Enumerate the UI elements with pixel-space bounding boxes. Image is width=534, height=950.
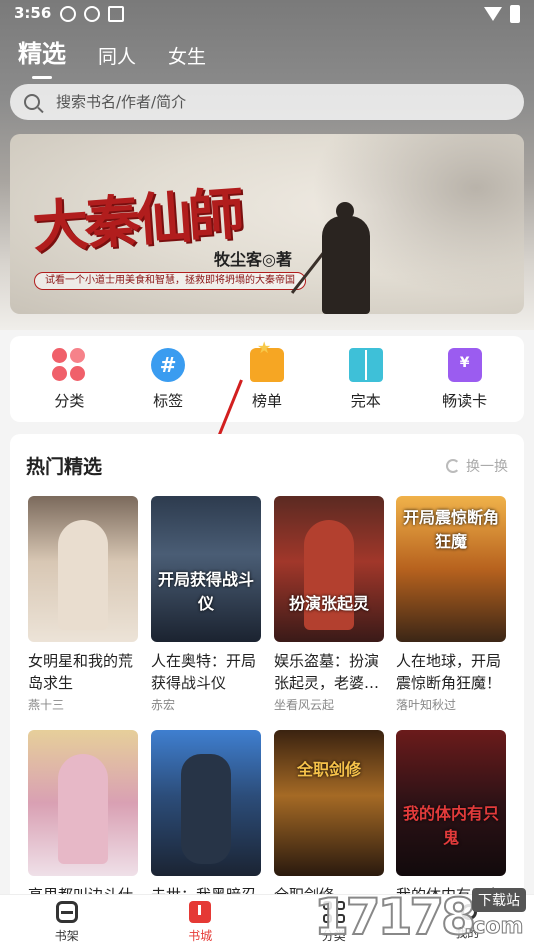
- banner-author: 牧尘客◎著: [214, 250, 292, 269]
- book-cover: [28, 496, 138, 642]
- book-title: 娱乐盗墓：扮演张起灵，老婆…: [274, 652, 380, 692]
- category-label: 榜单: [251, 391, 282, 410]
- category-label: 畅读卡: [442, 391, 488, 410]
- tab-nvsheng[interactable]: 女生: [168, 42, 206, 69]
- cover-text: 全职剑修: [296, 760, 361, 779]
- book-title: 人在奥特：开局获得战斗仪: [151, 652, 257, 692]
- book-card[interactable]: 开局震惊断角狂魔 人在地球，开局震惊断角狂魔！ 落叶知秋过: [396, 496, 506, 713]
- watermark-badge: 下载站: [472, 888, 526, 912]
- book-cover: [28, 730, 138, 876]
- cover-text: 开局震惊断角狂魔: [402, 508, 499, 551]
- cover-figure-art: [181, 754, 231, 864]
- book-author: 落叶知秋过: [396, 698, 457, 712]
- refresh-button[interactable]: 换一换: [446, 456, 508, 476]
- nav-shujia[interactable]: 书架: [27, 901, 107, 944]
- bookstore-icon: [189, 901, 212, 923]
- nav-label: 书城: [188, 929, 213, 943]
- book-cover: 扮演张起灵: [274, 496, 384, 642]
- book-cover: 开局震惊断角狂魔: [396, 496, 506, 642]
- book-card[interactable]: 扮演张起灵 娱乐盗墓：扮演张起灵，老婆… 坐看风云起: [274, 496, 384, 713]
- book-cover: 开局获得战斗仪: [151, 496, 261, 642]
- book-cover: 全职剑修: [274, 730, 384, 876]
- top-tabs: 精选 同人 女生: [18, 34, 206, 79]
- tab-tongren[interactable]: 同人: [98, 42, 136, 69]
- category-changduka[interactable]: ¥ 畅读卡: [425, 347, 505, 411]
- refresh-label: 换一换: [466, 459, 508, 475]
- search-input[interactable]: [56, 93, 476, 111]
- cover-text: 扮演张起灵: [288, 594, 369, 613]
- status-bar: 3:56: [0, 0, 534, 28]
- book-cover: 我的体内有只鬼: [396, 730, 506, 876]
- book-card[interactable]: 开局获得战斗仪 人在奥特：开局获得战斗仪 赤宏: [151, 496, 261, 713]
- category-wanben[interactable]: 完本: [326, 347, 406, 411]
- category-label: 分类: [54, 391, 85, 410]
- watermark-domain: .com: [463, 914, 524, 940]
- ticket-icon: ¥: [447, 347, 482, 382]
- hot-picks-section: 热门精选 换一换 女明星和我的荒岛求生 燕十三 开局获得战斗仪 人在奥特：开局获…: [10, 434, 524, 904]
- banner-title: 大秦仙師: [30, 180, 243, 262]
- book-cover: [151, 730, 261, 876]
- hashtag-icon: #: [151, 347, 186, 382]
- category-fenlei[interactable]: 分类: [29, 347, 109, 411]
- book-title: 人在地球，开局震惊断角狂魔！: [396, 652, 502, 692]
- cover-text: 开局获得战斗仪: [157, 570, 254, 613]
- promo-banner[interactable]: 大秦仙師 牧尘客◎著 试看一个小道士用美食和智慧，拯救即将坍塌的大秦帝国: [10, 134, 524, 314]
- site-watermark: 17178 下载站 .com: [313, 887, 530, 947]
- book-card[interactable]: 女明星和我的荒岛求生 燕十三: [28, 496, 138, 713]
- refresh-icon: [446, 459, 460, 473]
- category-label: 标签: [153, 391, 184, 410]
- book-title: 女明星和我的荒岛求生: [28, 652, 134, 692]
- book-author: 燕十三: [28, 698, 65, 712]
- watermark-number: 17178: [313, 887, 477, 947]
- bookshelf-icon: [55, 901, 78, 923]
- system-status-icons: [484, 5, 520, 23]
- notification-app-icon: [60, 6, 76, 22]
- category-shortcuts: 分类 # 标签 榜单 完本 ¥ 畅读卡: [10, 336, 524, 422]
- book-icon: [348, 347, 383, 382]
- search-bar[interactable]: [10, 84, 524, 120]
- category-biaoqian[interactable]: # 标签: [128, 347, 208, 411]
- notification-a-icon: [108, 6, 124, 22]
- banner-slogan: 试看一个小道士用美食和智慧，拯救即将坍塌的大秦帝国: [34, 272, 306, 290]
- section-title: 热门精选: [26, 456, 103, 478]
- wifi-icon: [484, 7, 502, 21]
- tab-jingxuan[interactable]: 精选: [18, 34, 66, 79]
- category-label: 完本: [350, 391, 381, 410]
- flower-icon: [52, 347, 86, 382]
- cover-figure-art: [58, 520, 108, 630]
- banner-background-art: [284, 134, 524, 314]
- book-author: 坐看风云起: [274, 698, 335, 712]
- nav-shucheng[interactable]: 书城: [160, 901, 240, 944]
- search-icon: [24, 94, 40, 110]
- notification-icons: [60, 6, 124, 22]
- banner-figure-art: [322, 202, 370, 314]
- cover-figure-art: [58, 754, 108, 864]
- notification-app-icon: [84, 6, 100, 22]
- nav-label: 书架: [54, 929, 79, 943]
- book-author: 赤宏: [151, 698, 176, 712]
- battery-icon: [510, 5, 520, 23]
- cover-text: 我的体内有只鬼: [402, 804, 499, 847]
- status-time: 3:56: [14, 4, 52, 22]
- trophy-icon: [249, 338, 284, 382]
